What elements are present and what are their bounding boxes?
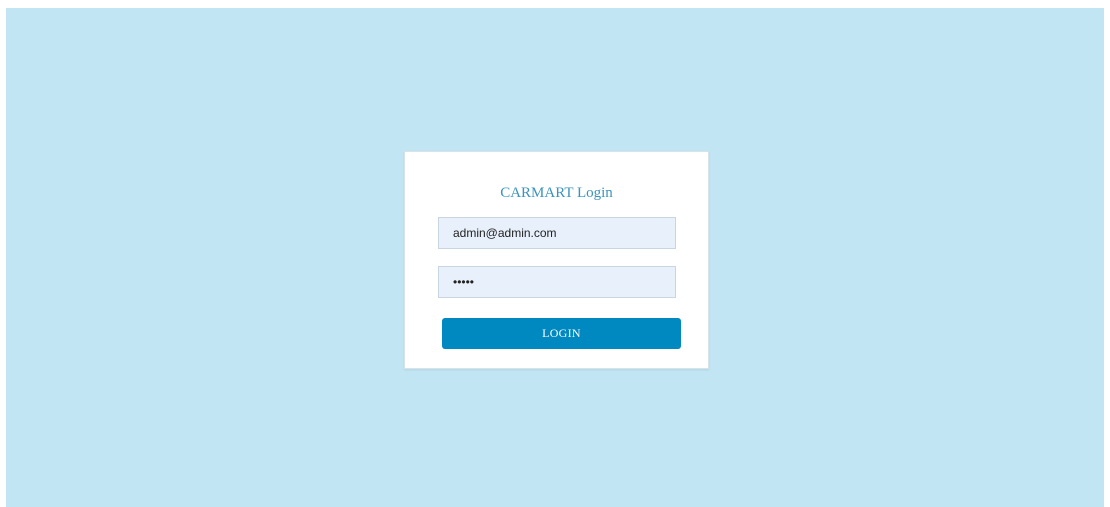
login-button[interactable]: LOGIN (442, 318, 681, 349)
page-background: CARMART Login LOGIN (6, 8, 1104, 507)
login-card: CARMART Login LOGIN (404, 151, 709, 369)
password-field[interactable] (438, 266, 676, 298)
login-title: CARMART Login (500, 185, 613, 201)
email-field[interactable] (438, 217, 676, 249)
